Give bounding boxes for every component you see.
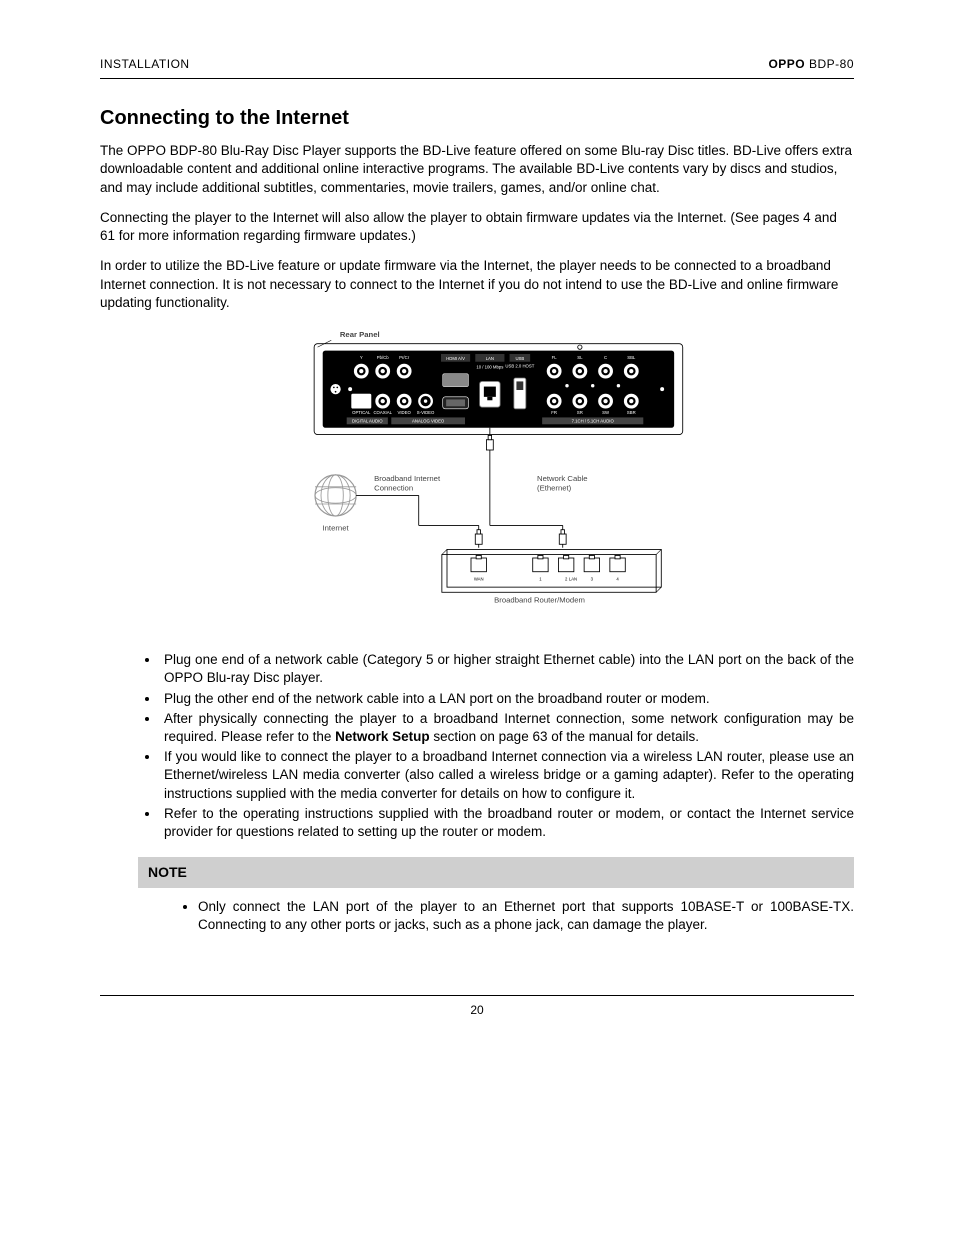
- svg-text:USB: USB: [515, 356, 524, 361]
- svg-text:SL: SL: [577, 355, 583, 360]
- rule-top: [100, 78, 854, 79]
- svg-text:C: C: [604, 355, 607, 360]
- paragraph-1: The OPPO BDP-80 Blu-Ray Disc Player supp…: [100, 142, 854, 197]
- svg-text:S-VIDEO: S-VIDEO: [417, 410, 435, 415]
- svg-text:Rear Panel: Rear Panel: [340, 330, 380, 339]
- svg-text:Broadband Router/Modem: Broadband Router/Modem: [494, 596, 585, 605]
- svg-text:Broadband Internet Con: Broadband Internet Connection: [374, 474, 442, 492]
- header-right: OPPO BDP-80: [768, 56, 854, 72]
- note-title: NOTE: [138, 857, 854, 888]
- svg-text:SW: SW: [602, 410, 610, 415]
- instruction-item: After physically connecting the player t…: [160, 710, 854, 746]
- section-title: Connecting to the Internet: [100, 105, 854, 132]
- header-left: INSTALLATION: [100, 56, 190, 72]
- svg-text:LAN: LAN: [569, 576, 577, 581]
- svg-text:Pb/Cb: Pb/Cb: [377, 355, 389, 360]
- paragraph-3: In order to utilize the BD-Live feature …: [100, 257, 854, 312]
- svg-text:FR: FR: [551, 410, 557, 415]
- svg-text:ANALOG VIDEO: ANALOG VIDEO: [412, 419, 445, 424]
- svg-text:SBR: SBR: [627, 410, 636, 415]
- svg-text:10 / 100 Mbps: 10 / 100 Mbps: [476, 365, 503, 370]
- instruction-item: Refer to the operating instructions supp…: [160, 805, 854, 841]
- svg-text:Pr/Cr: Pr/Cr: [399, 355, 410, 360]
- connection-diagram: .t { font: 8px Arial; fill:#000; text-an…: [100, 324, 854, 629]
- svg-text:USB 2.0 HOST: USB 2.0 HOST: [505, 364, 534, 369]
- svg-text:LAN: LAN: [486, 356, 494, 361]
- svg-text:DIGITAL AUDIO: DIGITAL AUDIO: [352, 419, 383, 424]
- svg-text:Internet: Internet: [323, 524, 350, 533]
- svg-text:SR: SR: [577, 410, 583, 415]
- paragraph-2: Connecting the player to the Internet wi…: [100, 209, 854, 245]
- page-footer: 20: [100, 995, 854, 1018]
- svg-text:Network Cable (Etherne: Network Cable (Ethernet): [537, 474, 590, 492]
- svg-text:OPTICAL: OPTICAL: [352, 410, 371, 415]
- note-item: Only connect the LAN port of the player …: [198, 898, 854, 934]
- svg-text:VIDEO: VIDEO: [398, 410, 412, 415]
- svg-text:FL: FL: [552, 355, 558, 360]
- instruction-item: Plug one end of a network cable (Categor…: [160, 651, 854, 687]
- note-box: NOTE Only connect the LAN port of the pl…: [138, 857, 854, 934]
- svg-text:HDMI A/V: HDMI A/V: [446, 356, 465, 361]
- instruction-item: Plug the other end of the network cable …: [160, 690, 854, 708]
- instruction-list: Plug one end of a network cable (Categor…: [160, 651, 854, 841]
- svg-text:COAXIAL: COAXIAL: [373, 410, 392, 415]
- instruction-item: If you would like to connect the player …: [160, 748, 854, 803]
- page-number: 20: [470, 1003, 483, 1017]
- svg-text:WAN: WAN: [474, 576, 484, 581]
- svg-text:SBL: SBL: [627, 355, 636, 360]
- svg-text:Y: Y: [360, 355, 363, 360]
- svg-text:7.1CH / 5.1CH AUDIO: 7.1CH / 5.1CH AUDIO: [572, 419, 615, 424]
